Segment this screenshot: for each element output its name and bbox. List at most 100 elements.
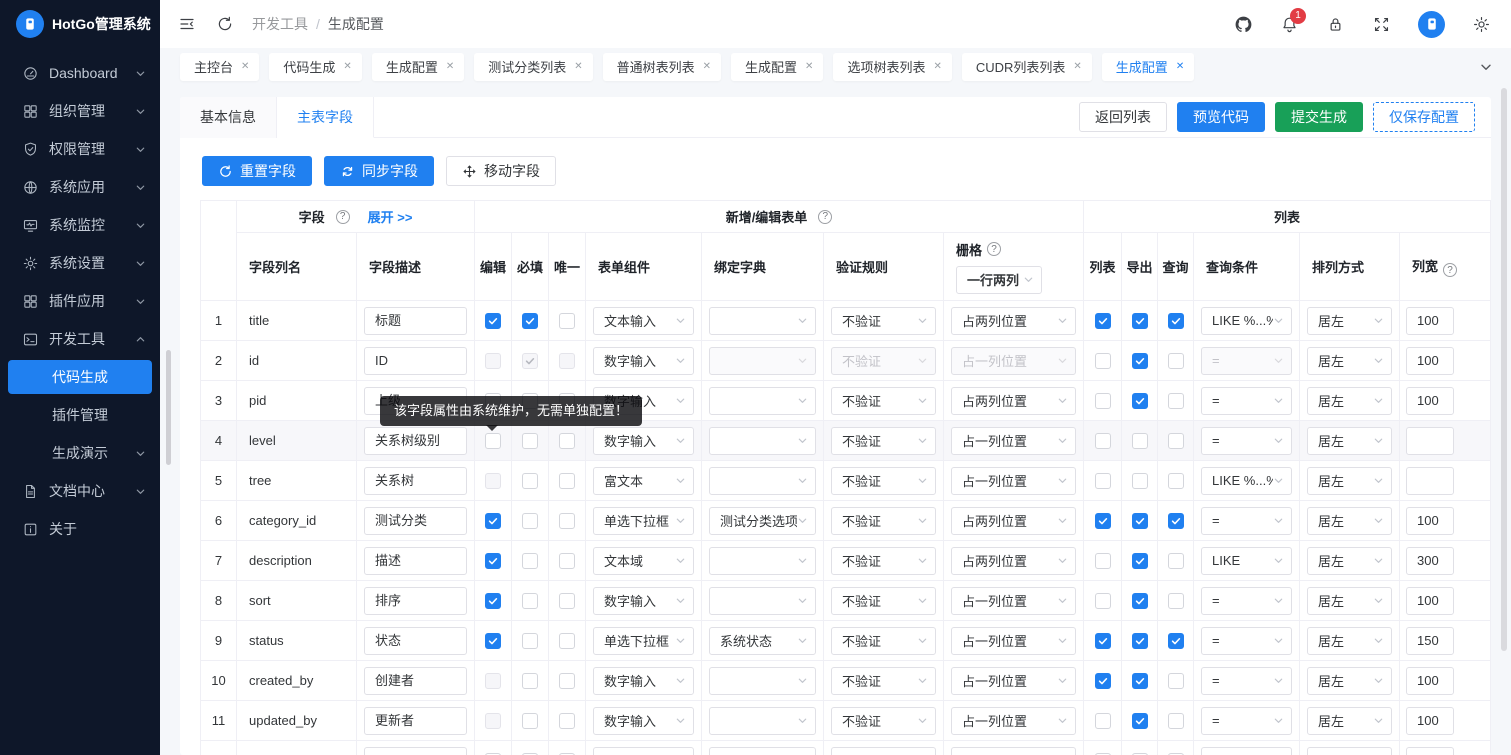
export-checkbox[interactable] [1132, 353, 1148, 369]
bind-dict-select[interactable] [709, 427, 816, 455]
export-checkbox[interactable] [1132, 393, 1148, 409]
breadcrumb-section[interactable]: 开发工具 [252, 14, 308, 34]
align-select[interactable] [1307, 747, 1392, 755]
tab-close-icon[interactable]: ✕ [343, 61, 351, 72]
validation-rule-select[interactable]: 不验证 [831, 467, 936, 495]
description-input[interactable] [364, 747, 467, 755]
description-input[interactable]: 关系树 [364, 467, 467, 495]
export-checkbox[interactable] [1132, 473, 1148, 489]
sidebar-item-6[interactable]: 插件应用 [0, 282, 160, 320]
validation-rule-select[interactable]: 不验证 [831, 347, 936, 375]
edit-checkbox[interactable] [485, 633, 501, 649]
grid-layout-select[interactable]: 一行两列 [956, 266, 1042, 294]
export-checkbox[interactable] [1132, 633, 1148, 649]
query-checkbox[interactable] [1168, 553, 1184, 569]
unique-checkbox[interactable] [559, 673, 575, 689]
tab-close-icon[interactable]: ✕ [1176, 61, 1184, 72]
grid-select[interactable]: 占两列位置 [951, 387, 1076, 415]
bind-dict-select[interactable]: 系统状态 [709, 627, 816, 655]
align-select[interactable]: 居左 [1307, 587, 1392, 615]
sidebar-item-7[interactable]: 开发工具 [0, 320, 160, 358]
submit-generate-button[interactable]: 提交生成 [1275, 102, 1363, 132]
export-checkbox[interactable] [1132, 593, 1148, 609]
bind-dict-select[interactable] [709, 707, 816, 735]
query-condition-select[interactable]: = [1201, 627, 1292, 655]
bind-dict-select[interactable] [709, 587, 816, 615]
description-input[interactable]: 更新者 [364, 707, 467, 735]
export-checkbox[interactable] [1132, 673, 1148, 689]
list-checkbox[interactable] [1095, 713, 1111, 729]
column-width-input[interactable]: 100 [1406, 307, 1454, 335]
tab-close-icon[interactable]: ✕ [933, 61, 941, 72]
query-checkbox[interactable] [1168, 713, 1184, 729]
unique-checkbox[interactable] [559, 513, 575, 529]
validation-rule-select[interactable]: 不验证 [831, 587, 936, 615]
back-to-list-button[interactable]: 返回列表 [1079, 102, 1167, 132]
align-select[interactable]: 居左 [1307, 707, 1392, 735]
column-width-input[interactable]: 100 [1406, 707, 1454, 735]
list-checkbox[interactable] [1095, 593, 1111, 609]
query-condition-select[interactable]: = [1201, 587, 1292, 615]
help-icon[interactable]: ? [987, 242, 1001, 256]
column-width-input[interactable]: 100 [1406, 587, 1454, 615]
column-width-input[interactable]: 100 [1406, 387, 1454, 415]
column-width-input[interactable] [1406, 427, 1454, 455]
sidebar-item-8[interactable]: 代码生成 [8, 360, 152, 394]
query-checkbox[interactable] [1168, 513, 1184, 529]
edit-checkbox[interactable] [485, 473, 501, 489]
validation-rule-select[interactable]: 不验证 [831, 547, 936, 575]
reset-fields-button[interactable]: 重置字段 [202, 156, 312, 186]
tab-list-chevron-down-icon[interactable] [1479, 60, 1493, 74]
tab-close-icon[interactable]: ✕ [1073, 61, 1081, 72]
column-width-input[interactable] [1406, 747, 1454, 755]
list-checkbox[interactable] [1095, 393, 1111, 409]
validation-rule-select[interactable]: 不验证 [831, 707, 936, 735]
export-checkbox[interactable] [1132, 513, 1148, 529]
query-checkbox[interactable] [1168, 593, 1184, 609]
sidebar-item-9[interactable]: 插件管理 [0, 396, 160, 434]
sync-fields-button[interactable]: 同步字段 [324, 156, 434, 186]
tab-chip[interactable]: CUDR列表列表✕ [962, 53, 1092, 81]
list-checkbox[interactable] [1095, 513, 1111, 529]
align-select[interactable]: 居左 [1307, 547, 1392, 575]
align-select[interactable]: 居左 [1307, 627, 1392, 655]
query-condition-select[interactable]: = [1201, 427, 1292, 455]
grid-select[interactable]: 占一列位置 [951, 707, 1076, 735]
sidebar-item-10[interactable]: 生成演示 [0, 434, 160, 472]
query-condition-select[interactable] [1201, 747, 1292, 755]
grid-select[interactable]: 占一列位置 [951, 427, 1076, 455]
unique-checkbox[interactable] [559, 593, 575, 609]
tab-close-icon[interactable]: ✕ [241, 61, 249, 72]
query-checkbox[interactable] [1168, 473, 1184, 489]
sidebar-item-12[interactable]: 关于 [0, 510, 160, 548]
edit-checkbox[interactable] [485, 513, 501, 529]
edit-checkbox[interactable] [485, 553, 501, 569]
form-component-select[interactable]: 数字输入 [593, 667, 694, 695]
list-checkbox[interactable] [1095, 633, 1111, 649]
sidebar-item-1[interactable]: 组织管理 [0, 92, 160, 130]
unique-checkbox[interactable] [559, 313, 575, 329]
column-width-input[interactable]: 100 [1406, 507, 1454, 535]
tab-chip[interactable]: 测试分类列表✕ [474, 53, 592, 81]
required-checkbox[interactable] [522, 593, 538, 609]
query-condition-select[interactable]: = [1201, 347, 1292, 375]
description-input[interactable]: 描述 [364, 547, 467, 575]
menu-collapse-icon[interactable] [178, 15, 196, 33]
validation-rule-select[interactable]: 不验证 [831, 427, 936, 455]
unique-checkbox[interactable] [559, 473, 575, 489]
grid-select[interactable]: 占一列位置 [951, 627, 1076, 655]
align-select[interactable]: 居左 [1307, 307, 1392, 335]
unique-checkbox[interactable] [559, 353, 575, 369]
logo-row[interactable]: HotGo管理系统 [0, 0, 160, 48]
edit-checkbox[interactable] [485, 433, 501, 449]
tab-main-fields[interactable]: 主表字段 [277, 97, 374, 138]
grid-select[interactable]: 占一列位置 [951, 587, 1076, 615]
sidebar-item-5[interactable]: 系统设置 [0, 244, 160, 282]
description-input[interactable]: 测试分类 [364, 507, 467, 535]
main-scrollbar[interactable] [1501, 88, 1507, 651]
bind-dict-select[interactable] [709, 387, 816, 415]
align-select[interactable]: 居左 [1307, 467, 1392, 495]
description-input[interactable]: 标题 [364, 307, 467, 335]
validation-rule-select[interactable]: 不验证 [831, 507, 936, 535]
grid-select[interactable]: 占两列位置 [951, 547, 1076, 575]
